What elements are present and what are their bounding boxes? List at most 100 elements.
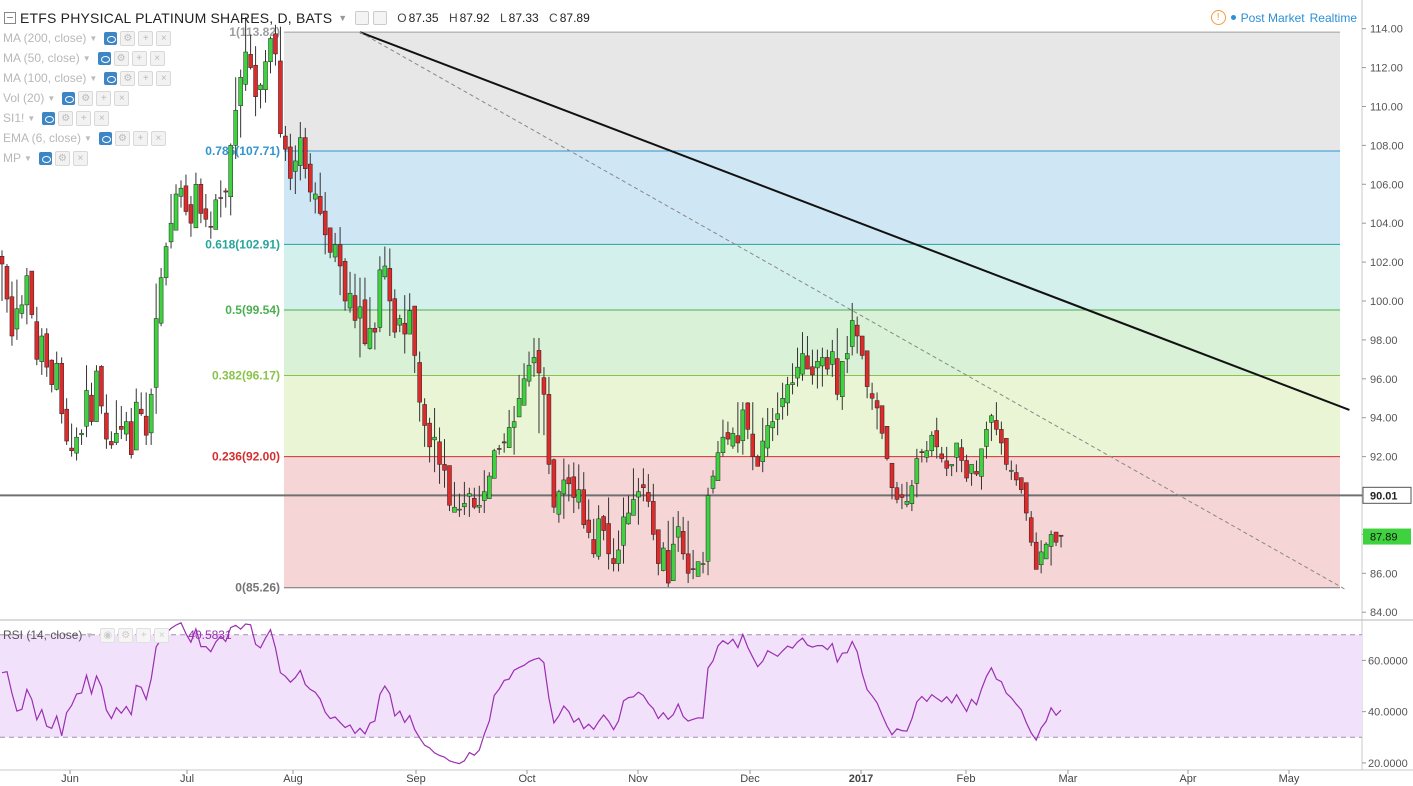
candle-body xyxy=(1058,534,1064,537)
price-chart[interactable]: 1(113.82) 0.786(107.71) 0.618(102.91) 0.5(9… xyxy=(0,0,1413,786)
chevron-down-icon[interactable]: ▼ xyxy=(27,114,35,123)
chevron-down-icon[interactable]: ▼ xyxy=(47,94,55,103)
candle-body xyxy=(54,362,59,390)
close-icon[interactable]: × xyxy=(156,70,172,86)
high-label: H xyxy=(448,11,458,25)
candle-body xyxy=(844,353,850,360)
indicator-row[interactable]: EMA (6, close) ▼ ⚙ + × xyxy=(3,130,166,146)
eye-icon[interactable] xyxy=(104,71,118,85)
gear-icon[interactable]: ⚙ xyxy=(58,110,74,126)
candle-body xyxy=(740,409,746,441)
candle-body xyxy=(1028,517,1034,543)
candle-body xyxy=(258,84,263,90)
close-icon[interactable]: × xyxy=(150,130,166,146)
indicator-label[interactable]: Vol (20) xyxy=(3,91,44,105)
candle-body xyxy=(203,208,209,220)
collapse-icon[interactable] xyxy=(4,12,16,24)
eye-icon[interactable] xyxy=(98,131,112,145)
candle-body xyxy=(919,451,925,453)
rsi-tick-label: 40.0000 xyxy=(1368,707,1408,719)
plus-icon[interactable]: + xyxy=(96,90,112,106)
plus-icon[interactable]: + xyxy=(76,110,92,126)
chevron-down-icon[interactable]: ▼ xyxy=(24,154,32,163)
indicator-row[interactable]: Vol (20) ▼ ⚙ + × xyxy=(3,90,130,106)
warning-icon[interactable]: ! xyxy=(1210,10,1226,25)
candle-body xyxy=(929,434,935,452)
gear-icon[interactable]: ⚙ xyxy=(118,627,134,643)
candle-body xyxy=(680,531,686,555)
gear-icon[interactable]: ⚙ xyxy=(54,150,70,166)
chevron-down-icon[interactable]: ▼ xyxy=(338,13,347,23)
candle-body xyxy=(442,464,447,471)
rsi-label[interactable]: RSI (14, close) xyxy=(3,628,82,642)
close-icon[interactable]: × xyxy=(94,110,110,126)
chevron-down-icon[interactable]: ▼ xyxy=(83,54,91,63)
eye-icon[interactable] xyxy=(104,31,118,45)
indicator-label[interactable]: MA (50, close) xyxy=(3,51,80,65)
indicator-label[interactable]: EMA (6, close) xyxy=(3,131,81,145)
gear-icon[interactable]: ⚙ xyxy=(78,90,94,106)
chevron-down-icon[interactable]: ▼ xyxy=(84,134,92,143)
chevron-down-icon[interactable]: ▼ xyxy=(89,34,97,43)
plus-icon[interactable]: + xyxy=(131,50,147,66)
candle-body xyxy=(89,394,94,422)
candle-body xyxy=(109,441,114,446)
indicator-row[interactable]: MP ▼ ⚙ × xyxy=(3,150,88,166)
price-tick-label: 92.00 xyxy=(1370,452,1398,464)
candle-body xyxy=(278,60,283,134)
candle-body xyxy=(979,448,984,477)
eye-icon[interactable] xyxy=(38,151,52,165)
indicator-row[interactable]: MA (100, close) ▼ ⚙ + × xyxy=(3,70,172,86)
gear-icon[interactable]: ⚙ xyxy=(120,70,136,86)
indicator-row[interactable]: SI1! ▼ ⚙ + × xyxy=(3,110,110,126)
candle-body xyxy=(34,321,40,360)
settings-icon[interactable] xyxy=(355,11,370,25)
eye-icon[interactable] xyxy=(62,91,76,105)
indicator-row[interactable]: MA (50, close) ▼ ⚙ + × xyxy=(3,50,165,66)
candle-body xyxy=(362,299,368,345)
candle-body xyxy=(223,190,228,193)
close-icon[interactable]: × xyxy=(156,30,172,46)
fib-zone xyxy=(284,375,1340,457)
candle-body xyxy=(994,420,999,430)
candle-body xyxy=(646,492,651,502)
candle-body xyxy=(954,442,959,458)
close-icon[interactable]: × xyxy=(72,150,88,166)
candle-body xyxy=(472,497,477,508)
close-icon[interactable]: × xyxy=(149,50,165,66)
chevron-down-icon[interactable]: ▼ xyxy=(89,74,97,83)
candle-body xyxy=(656,529,661,564)
eye-icon[interactable] xyxy=(97,51,111,65)
candle-body xyxy=(621,516,626,546)
candle-body xyxy=(213,199,219,230)
gear-icon[interactable] xyxy=(373,11,388,25)
symbol-title[interactable]: ETFS PHYSICAL PLATINUM SHARES, D, BATS xyxy=(20,10,332,26)
candle-body xyxy=(322,210,328,236)
gear-icon[interactable]: ⚙ xyxy=(113,50,129,66)
candle-body xyxy=(690,568,696,570)
candle-body xyxy=(491,450,497,479)
gear-icon[interactable]: ⚙ xyxy=(114,130,130,146)
indicator-row[interactable]: MA (200, close) ▼ ⚙ + × xyxy=(3,30,172,46)
plus-icon[interactable]: + xyxy=(132,130,148,146)
eye-icon[interactable] xyxy=(42,111,56,125)
candle-body xyxy=(591,539,596,555)
plus-icon[interactable]: + xyxy=(138,70,154,86)
eye-icon[interactable]: ◉ xyxy=(100,627,116,643)
candle-body xyxy=(158,277,164,324)
close-icon[interactable]: × xyxy=(154,627,170,643)
indicator-label[interactable]: MA (200, close) xyxy=(3,31,86,45)
candle-body xyxy=(1038,551,1044,566)
plus-icon[interactable]: + xyxy=(136,627,152,643)
price-tick-label: 100.00 xyxy=(1370,296,1404,308)
price-tick-label: 104.00 xyxy=(1370,218,1404,230)
chevron-down-icon[interactable]: ▼ xyxy=(85,631,93,640)
indicator-label[interactable]: MP xyxy=(3,151,21,165)
close-icon[interactable]: × xyxy=(114,90,130,106)
rsi-header[interactable]: RSI (14, close) ▼ ◉ ⚙ + × 40.5831 xyxy=(3,627,232,643)
plus-icon[interactable]: + xyxy=(138,30,154,46)
indicator-label[interactable]: MA (100, close) xyxy=(3,71,86,85)
indicator-label[interactable]: SI1! xyxy=(3,111,24,125)
candle-body xyxy=(611,558,616,564)
gear-icon[interactable]: ⚙ xyxy=(120,30,136,46)
